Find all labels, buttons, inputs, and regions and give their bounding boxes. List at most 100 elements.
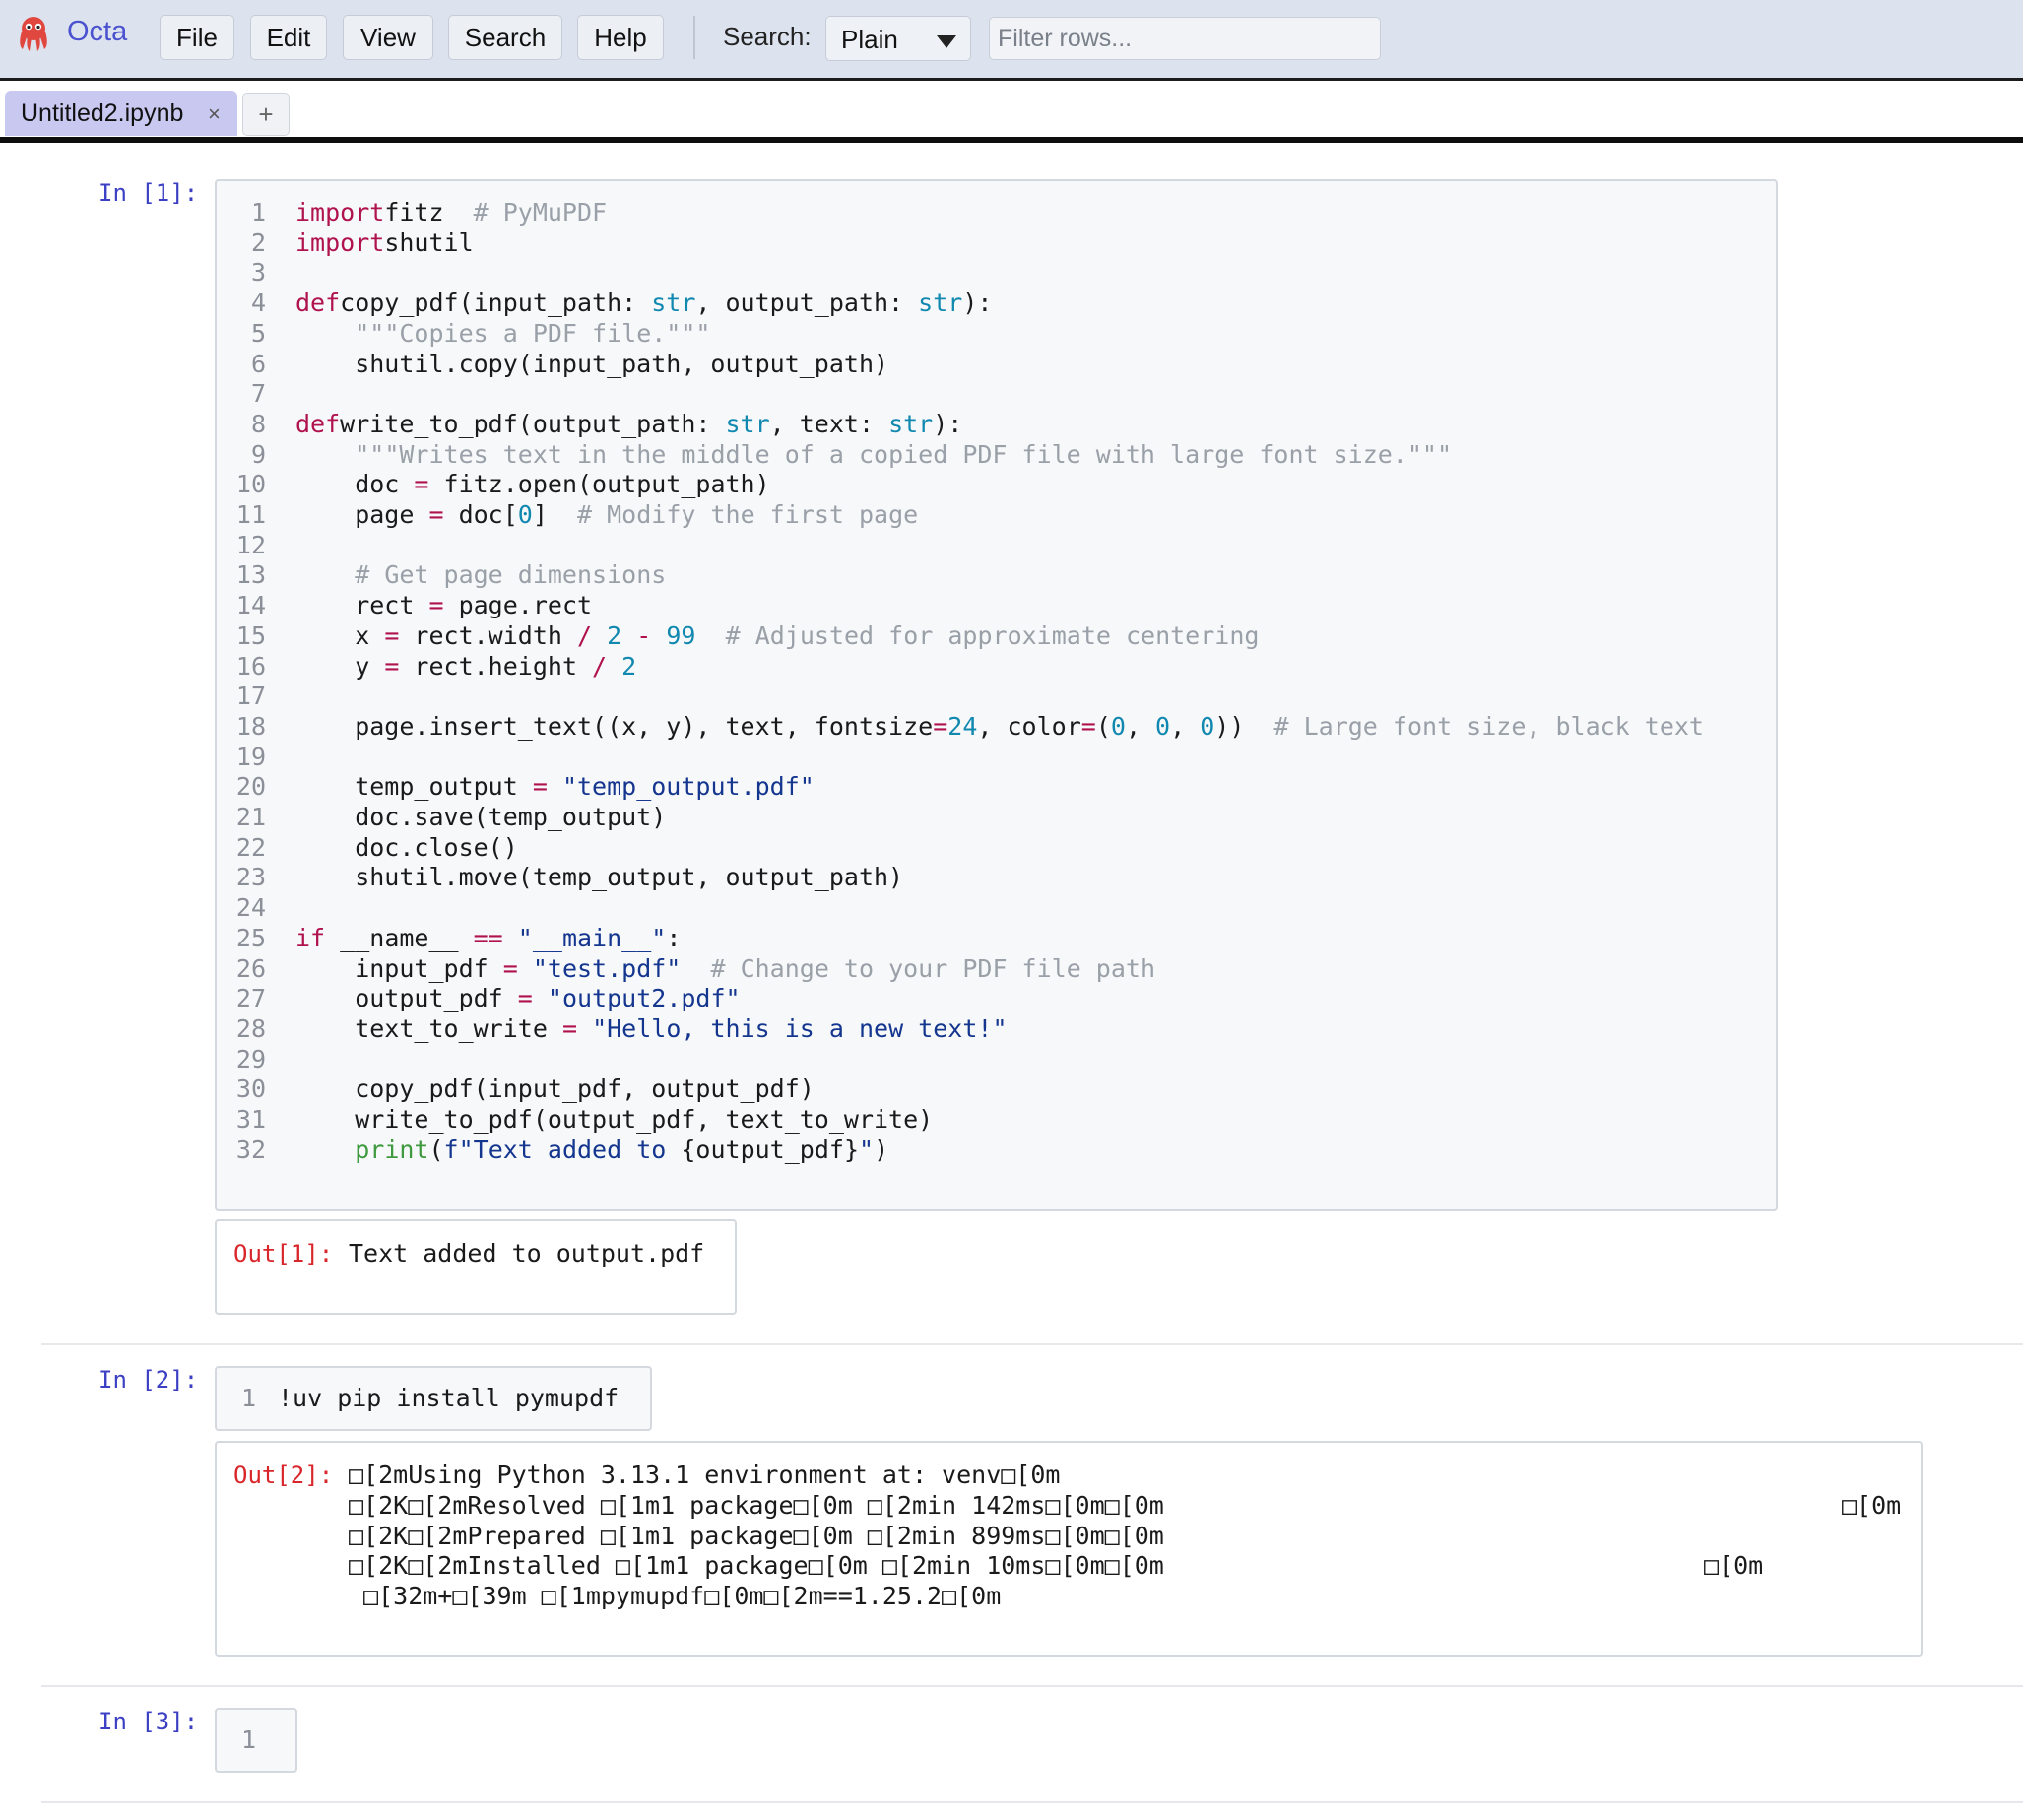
- code-token: =: [532, 772, 548, 802]
- code-token: rect.height: [399, 651, 593, 681]
- code-token: =: [502, 953, 518, 983]
- code-text: input_pdf = "test.pdf" # Change to your …: [295, 953, 1155, 984]
- cell-separator: [41, 1801, 2023, 1803]
- line-number: 27: [235, 984, 266, 1013]
- code-token: """Writes text in the middle of a copied…: [355, 439, 1453, 469]
- cell-2-out-prompt: Out[2]:: [233, 1462, 334, 1489]
- tab-label: Untitled2.ipynb: [21, 99, 184, 127]
- code-text: if __name__ == "__main__":: [295, 923, 681, 953]
- code-token: write_to_pdf(output_path:: [340, 409, 726, 438]
- new-tab-button[interactable]: +: [242, 93, 290, 136]
- menu-view[interactable]: View: [343, 15, 433, 60]
- menu-edit[interactable]: Edit: [250, 15, 327, 60]
- code-token: # Large font size, black text: [1273, 711, 1705, 741]
- code-token: "test.pdf": [532, 953, 682, 983]
- code-token: ,: [1170, 711, 1201, 741]
- search-mode-select[interactable]: Plain: [825, 16, 971, 61]
- line-number: 32: [235, 1135, 266, 1164]
- cell-1-code-editor[interactable]: 1 importfitz # PyMuPDF 2 importshutil 3 4 defc…: [215, 179, 1778, 1211]
- code-token: =: [384, 620, 400, 650]
- code-token: 2: [621, 651, 637, 681]
- line-number: 26: [235, 953, 266, 983]
- search-mode-label: Search:: [723, 22, 812, 51]
- code-text: temp_output = "temp_output.pdf": [295, 771, 815, 802]
- line-number: 7: [250, 379, 266, 409]
- cell-2-output-trailing: □[0m: [1704, 1551, 1764, 1580]
- search-mode-value: Plain: [841, 25, 898, 54]
- app-name: Octa: [67, 16, 128, 47]
- code-token: def: [295, 409, 341, 438]
- line-number: 25: [235, 923, 266, 952]
- code-token: copy_pdf(input_pdf, output_pdf): [295, 1074, 815, 1104]
- filter-rows-input[interactable]: [989, 17, 1381, 60]
- code-token: page.insert_text((x, y), text, fontsize: [295, 711, 934, 741]
- cell-2-output-line: □[2K□[2mPrepared □[1m1 package□[0m □[2mi…: [349, 1522, 1164, 1550]
- code-token: =: [517, 984, 533, 1013]
- code-token: 2: [607, 620, 622, 650]
- line-number: 4: [250, 289, 266, 318]
- code-token: def: [295, 289, 341, 318]
- menu-search[interactable]: Search: [448, 15, 562, 60]
- cell-2-output-line: □[2K□[2mInstalled □[1m1 package□[0m □[2m…: [349, 1551, 1164, 1580]
- code-token: -: [636, 620, 652, 650]
- line-number: 13: [235, 560, 266, 590]
- menu-help[interactable]: Help: [577, 15, 664, 60]
- code-token: # Get page dimensions: [355, 560, 667, 590]
- code-text: page = doc[0] # Modify the first page: [295, 499, 918, 530]
- code-token: =: [1080, 711, 1096, 741]
- cell-3-code-editor[interactable]: 1: [215, 1708, 297, 1773]
- code-text: """Writes text in the middle of a copied…: [295, 439, 1452, 470]
- close-icon[interactable]: ×: [208, 97, 221, 132]
- code-token: print: [355, 1135, 429, 1164]
- code-token: input_pdf: [295, 953, 503, 983]
- code-token: # Modify the first page: [577, 500, 919, 529]
- cell-2-code-editor[interactable]: 1 !uv pip install pymupdf: [215, 1366, 652, 1431]
- code-text: !uv pip install pymupdf: [278, 1383, 619, 1413]
- code-text: page.insert_text((x, y), text, fontsize =…: [295, 711, 1704, 742]
- code-token: temp_output: [295, 772, 533, 802]
- line-number: 9: [250, 439, 266, 469]
- code-token: ": [859, 1135, 875, 1164]
- code-token: str: [888, 409, 934, 438]
- toolbar-divider: [693, 16, 695, 59]
- code-token: ,: [1125, 711, 1156, 741]
- code-token: =: [384, 651, 400, 681]
- code-token: rect: [295, 591, 429, 620]
- line-number: 1: [240, 1384, 256, 1412]
- tab-untitled2[interactable]: Untitled2.ipynb ×: [5, 91, 237, 136]
- line-number: 6: [250, 349, 266, 378]
- code-token: "output2.pdf": [547, 984, 741, 1013]
- line-number: 30: [235, 1074, 266, 1104]
- line-number: 31: [235, 1105, 266, 1134]
- code-token: f"Text added to: [443, 1135, 682, 1164]
- line-number: 15: [235, 620, 266, 650]
- code-token: import: [295, 228, 385, 257]
- code-token: 99: [666, 620, 696, 650]
- code-token: :: [666, 923, 682, 952]
- cell-2-output-trailing: □[0m: [1842, 1491, 1902, 1520]
- cell-1-output-text: Text added to output.pdf: [349, 1239, 705, 1268]
- line-number: 21: [235, 803, 266, 831]
- code-token: str: [725, 409, 770, 438]
- code-text: shutil.copy(input_path, output_path): [295, 349, 888, 379]
- code-text: write_to_pdf(output_pdf, text_to_write): [295, 1104, 933, 1135]
- code-token: """Copies a PDF file.""": [355, 318, 711, 348]
- code-token: # PyMuPDF: [473, 198, 608, 227]
- code-token: /: [592, 651, 608, 681]
- code-token: /: [577, 620, 593, 650]
- menu-file[interactable]: File: [160, 15, 234, 60]
- cell-separator: [41, 1343, 2023, 1345]
- code-token: ==: [473, 923, 503, 952]
- code-token: "__main__": [517, 923, 667, 952]
- code-text: doc.save(temp_output): [295, 802, 666, 832]
- line-number: 24: [235, 893, 266, 923]
